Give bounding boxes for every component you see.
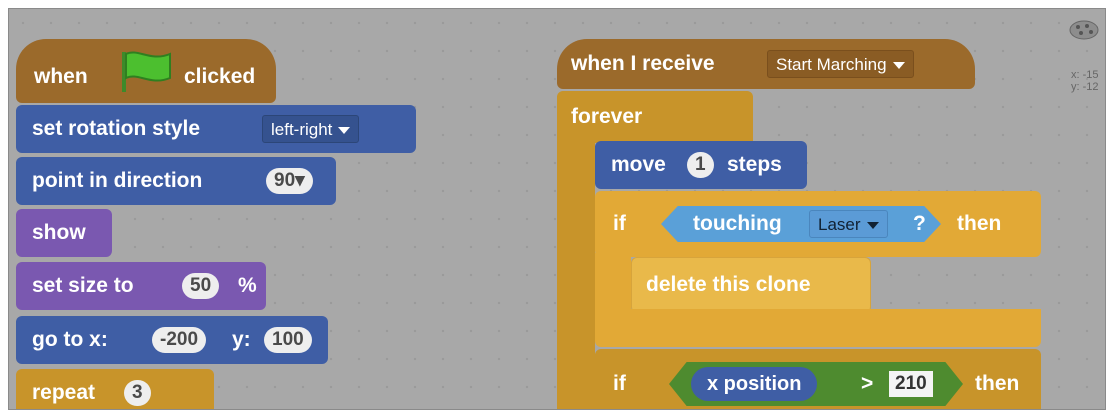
x-position-reporter[interactable]: x position (691, 367, 818, 401)
block-label: set rotation style (32, 117, 201, 140)
operator-label: > (861, 372, 874, 395)
chevron-down-icon (866, 222, 879, 230)
steps-label: steps (727, 153, 782, 176)
sprite-x-readout: x: -15 (1071, 69, 1099, 81)
dropdown-value: Laser (818, 215, 861, 234)
message-dropdown[interactable]: Start Marching (767, 50, 914, 78)
set-size-block[interactable]: set size to 50 % (16, 262, 266, 310)
block-label: set size to (32, 274, 134, 297)
if-label: if (613, 372, 626, 395)
block-label: move (611, 153, 666, 176)
move-steps-block[interactable]: move 1 steps (595, 141, 807, 189)
steps-input[interactable]: 1 (687, 152, 714, 178)
block-label: when I receive (571, 52, 715, 75)
chevron-down-icon (892, 62, 905, 70)
go-to-xy-block[interactable]: go to x: -200 y: 100 (16, 316, 328, 364)
show-block[interactable]: show (16, 209, 112, 257)
direction-input[interactable]: 90▾ (266, 168, 313, 194)
touching-target-dropdown[interactable]: Laser (809, 210, 888, 238)
compare-value-input[interactable]: 210 (889, 371, 933, 397)
if-x-position-block[interactable]: if x position > 210 then (595, 349, 1041, 409)
repeat-block[interactable]: repeat 3 (16, 369, 214, 409)
clicked-label: clicked (184, 65, 256, 89)
forever-arm (557, 139, 595, 409)
rotation-style-dropdown[interactable]: left-right (262, 115, 360, 143)
when-label: when (34, 65, 88, 89)
x-input[interactable]: -200 (152, 327, 207, 353)
block-label: repeat (32, 381, 96, 404)
chevron-down-icon (338, 127, 351, 135)
then-label: then (957, 212, 1002, 235)
greater-than-operator[interactable]: x position > 210 (669, 362, 963, 406)
percent-label: % (238, 274, 257, 297)
touching-label: touching (693, 212, 782, 235)
if-touching-foot (595, 309, 1041, 347)
dropdown-value: left-right (271, 120, 333, 139)
dropdown-value: Start Marching (776, 55, 887, 74)
when-flag-clicked-block[interactable]: when clicked (16, 39, 276, 103)
y-input[interactable]: 100 (264, 327, 312, 353)
question-mark: ? (913, 212, 926, 235)
repeat-count-input[interactable]: 3 (124, 380, 151, 406)
when-i-receive-block[interactable]: when I receive Start Marching (557, 39, 975, 89)
then-label: then (975, 372, 1020, 395)
size-input[interactable]: 50 (182, 273, 220, 299)
y-label: y: (232, 328, 251, 351)
forever-block[interactable]: forever (557, 91, 753, 143)
block-label: forever (571, 105, 643, 128)
block-label: go to x: (32, 328, 108, 351)
set-rotation-style-block[interactable]: set rotation style left-right (16, 105, 416, 153)
if-touching-arm (595, 253, 631, 313)
delete-this-clone-block[interactable]: delete this clone (631, 257, 871, 313)
point-in-direction-block[interactable]: point in direction 90▾ (16, 157, 336, 205)
block-label: delete this clone (646, 273, 811, 296)
green-flag-icon (116, 48, 176, 100)
block-label: point in direction (32, 169, 203, 192)
block-label: show (32, 221, 86, 244)
script-canvas[interactable]: when clicked set rotation style left-rig… (8, 8, 1106, 410)
touching-sensor[interactable]: touching Laser ? (661, 206, 941, 242)
sprite-thumbnail-icon[interactable] (1067, 17, 1101, 43)
if-touching-block[interactable]: if touching Laser ? then (595, 191, 1041, 257)
if-label: if (613, 212, 626, 235)
sprite-y-readout: y: -12 (1071, 81, 1099, 93)
